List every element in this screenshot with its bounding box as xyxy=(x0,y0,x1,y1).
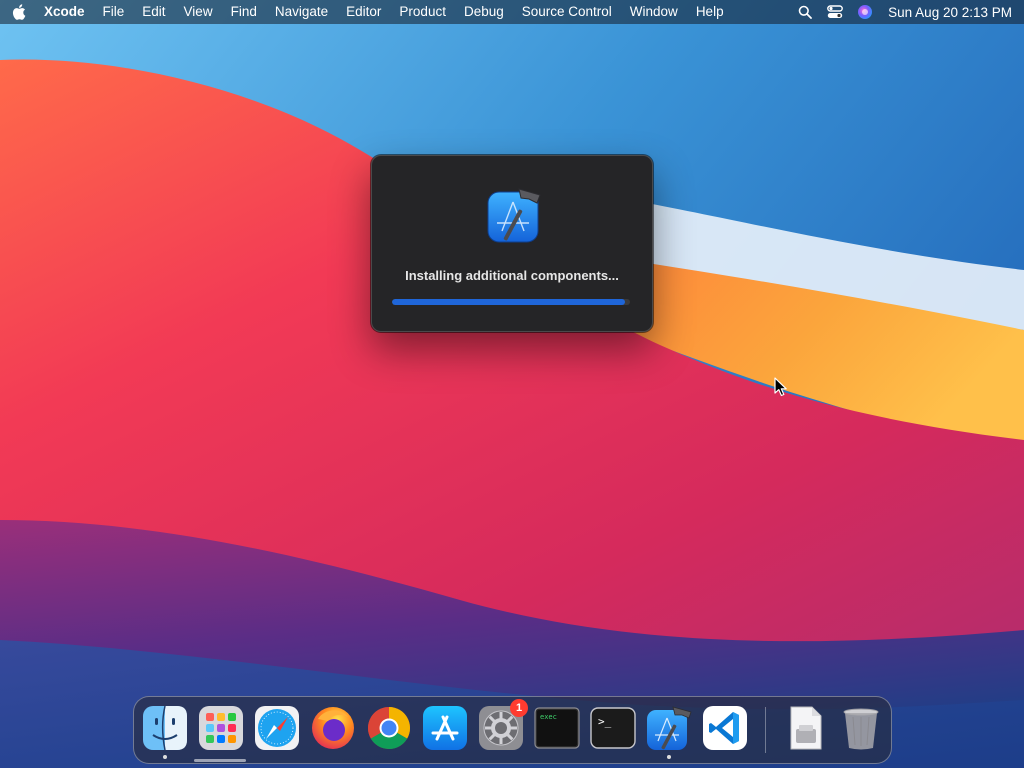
install-components-dialog: Installing additional components... xyxy=(371,155,653,332)
menu-source-control[interactable]: Source Control xyxy=(513,0,621,24)
dock-separator xyxy=(765,707,766,753)
install-progress-bar xyxy=(392,299,630,305)
menu-file[interactable]: File xyxy=(94,0,134,24)
menu-bar: Xcode File Edit View Find Navigate Edito… xyxy=(0,0,1024,24)
siri-icon[interactable] xyxy=(850,0,880,24)
running-indicator xyxy=(163,755,167,759)
menu-view[interactable]: View xyxy=(175,0,222,24)
dock-app-store[interactable] xyxy=(422,705,468,751)
apple-menu-icon[interactable] xyxy=(0,0,38,24)
desktop: Xcode File Edit View Find Navigate Edito… xyxy=(0,0,1024,768)
install-status-message: Installing additional components... xyxy=(405,268,619,283)
menu-bar-clock[interactable]: Sun Aug 20 2:13 PM xyxy=(880,5,1012,20)
dock-trash[interactable] xyxy=(838,705,884,751)
spotlight-search-icon[interactable] xyxy=(790,0,820,24)
safari-icon xyxy=(255,706,299,750)
dock-script-editor[interactable]: exec xyxy=(534,705,580,751)
app-menu[interactable]: Xcode xyxy=(38,0,94,24)
dock-xcode[interactable] xyxy=(646,705,692,759)
xcode-icon xyxy=(647,706,692,750)
script-editor-label: exec xyxy=(540,713,557,721)
terminal-prompt: >_ xyxy=(598,715,612,728)
app-store-icon xyxy=(423,706,467,750)
dock-safari[interactable] xyxy=(254,705,300,751)
mouse-cursor-icon xyxy=(774,377,788,402)
trash-icon xyxy=(843,708,879,750)
menu-edit[interactable]: Edit xyxy=(133,0,174,24)
dock-system-preferences[interactable]: 1 xyxy=(478,699,528,751)
finder-icon xyxy=(143,705,187,751)
menu-find[interactable]: Find xyxy=(222,0,266,24)
script-editor-icon: exec xyxy=(534,707,580,749)
dock-scroll-indicator xyxy=(194,759,246,762)
file-archive-icon xyxy=(790,706,822,750)
install-progress-fill xyxy=(392,299,626,305)
dock-chrome[interactable] xyxy=(366,705,412,751)
menu-window[interactable]: Window xyxy=(621,0,687,24)
dock-launchpad[interactable] xyxy=(198,705,244,751)
firefox-icon xyxy=(312,707,354,749)
menu-product[interactable]: Product xyxy=(390,0,455,24)
menu-help[interactable]: Help xyxy=(687,0,733,24)
xcode-app-icon xyxy=(485,186,545,246)
dock-file-archive[interactable] xyxy=(782,705,828,751)
chrome-icon xyxy=(367,707,411,750)
launchpad-icon xyxy=(199,706,243,750)
dock-finder[interactable] xyxy=(142,705,188,759)
running-indicator xyxy=(667,755,671,759)
menu-debug[interactable]: Debug xyxy=(455,0,513,24)
vscode-icon xyxy=(703,706,747,750)
terminal-icon: >_ xyxy=(590,707,636,749)
dock-firefox[interactable] xyxy=(310,705,356,751)
menu-navigate[interactable]: Navigate xyxy=(266,0,337,24)
dock-terminal[interactable]: >_ xyxy=(590,705,636,751)
dock-vscode[interactable] xyxy=(702,705,748,751)
notification-badge: 1 xyxy=(510,699,528,717)
menu-editor[interactable]: Editor xyxy=(337,0,390,24)
control-center-icon[interactable] xyxy=(820,0,850,24)
dock: 1 exec >_ xyxy=(133,696,892,764)
wallpaper xyxy=(0,0,1024,768)
